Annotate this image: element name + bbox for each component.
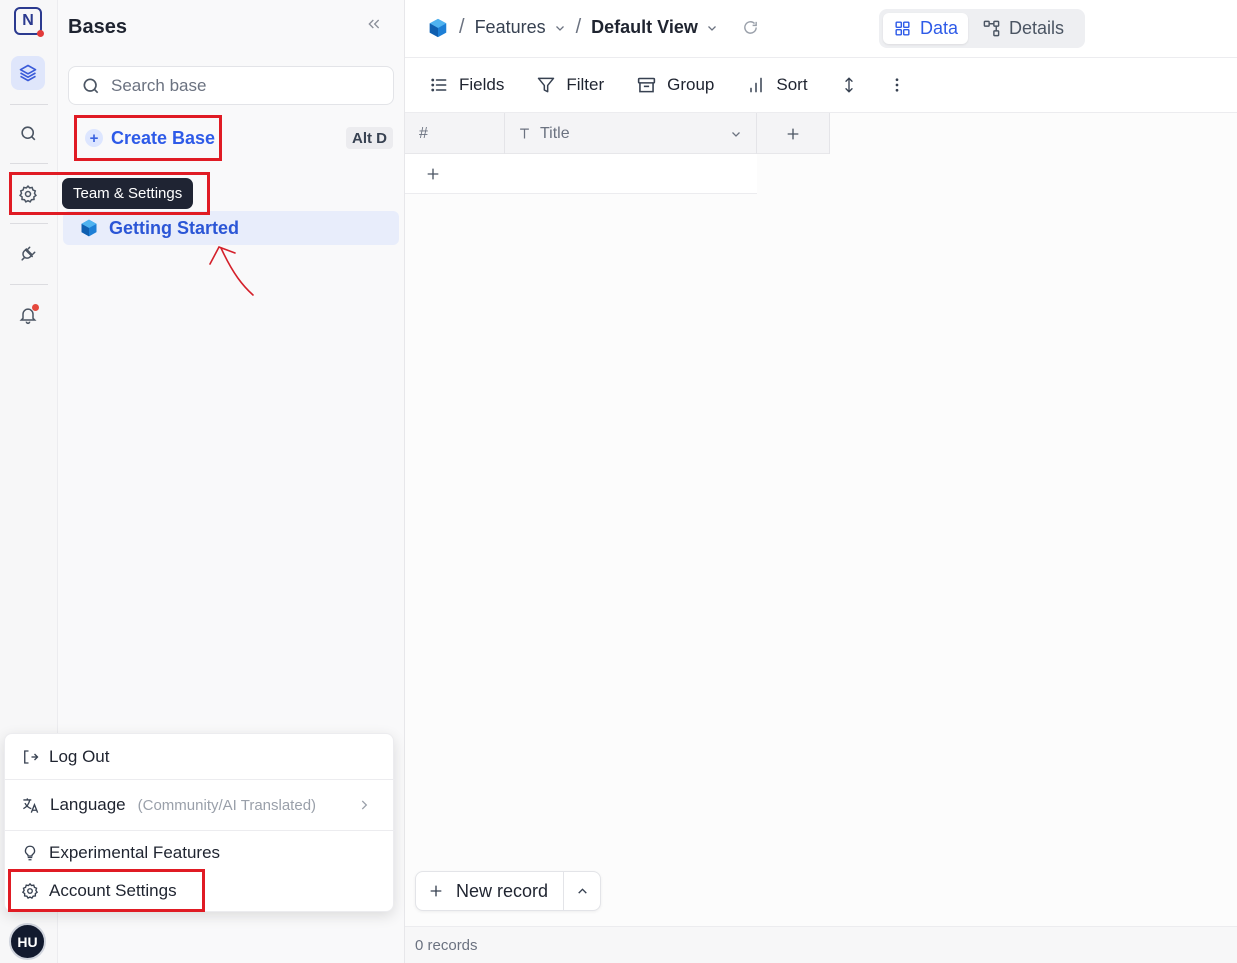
sidebar-title: Bases: [68, 16, 127, 38]
sort-label: Sort: [776, 75, 808, 94]
plug-icon: [21, 246, 36, 261]
add-column-button[interactable]: [757, 113, 830, 154]
breadcrumb-separator: /: [459, 16, 465, 38]
plus-icon: [427, 168, 439, 179]
search-icon: [20, 125, 35, 140]
new-record-button[interactable]: New record: [416, 872, 564, 910]
translate-icon: [23, 797, 39, 813]
rail-bases-button[interactable]: [11, 56, 45, 90]
base-cube-icon: [81, 219, 97, 237]
sort-button[interactable]: Sort: [746, 75, 808, 95]
row-height-icon: [844, 77, 853, 93]
relations-icon: [983, 20, 1000, 37]
tab-data-label: Data: [920, 18, 959, 38]
chevron-down-icon: [732, 131, 740, 137]
menu-item-log-out[interactable]: Log Out: [5, 734, 395, 779]
notification-badge: [32, 304, 39, 311]
group-button[interactable]: Group: [636, 75, 714, 96]
column-title-label: Title: [540, 124, 570, 142]
lightbulb-icon: [24, 845, 36, 861]
breadcrumb-separator: /: [575, 16, 582, 38]
account-settings-highlight-box: [8, 869, 205, 912]
group-icon: [637, 77, 656, 92]
more-vertical-icon: [895, 78, 898, 92]
data-grid: # Title New record: [405, 113, 1237, 926]
rail-search-button[interactable]: [11, 116, 45, 150]
view-mode-toggle: Data Details: [879, 9, 1085, 48]
add-row-button[interactable]: [405, 154, 757, 194]
tab-details-label: Details: [1009, 18, 1065, 38]
list-icon: [431, 78, 447, 92]
create-base-button[interactable]: + Create Base: [74, 115, 222, 161]
reload-button[interactable]: [742, 19, 759, 36]
breadcrumb-table[interactable]: Features: [475, 17, 566, 38]
logout-icon: [24, 749, 39, 764]
reload-icon: [744, 21, 757, 34]
rail-divider: [10, 163, 48, 164]
column-index-label: #: [419, 124, 428, 142]
grid-header: # Title: [405, 113, 830, 154]
plus-icon: [787, 128, 799, 139]
filter-label: Filter: [566, 75, 605, 94]
top-bar: / Features / Default View Data Details: [405, 0, 1237, 58]
column-header-title[interactable]: Title: [505, 113, 757, 154]
text-type-icon: [520, 128, 529, 139]
row-height-button[interactable]: [840, 75, 858, 95]
logo-dot: [37, 30, 44, 37]
rail-divider: [10, 223, 48, 224]
grid-footer: 0 records: [405, 926, 1237, 963]
rail-notifications-button[interactable]: [11, 298, 45, 332]
view-name: Default View: [591, 17, 698, 37]
chevron-down-icon: [555, 25, 564, 31]
table-name: Features: [474, 17, 546, 37]
view-toolbar: Fields Filter Group Sort: [405, 58, 1237, 113]
search-base-field[interactable]: [68, 66, 394, 105]
app-logo[interactable]: N: [14, 7, 44, 37]
rail-divider: [10, 104, 48, 105]
fields-button[interactable]: Fields: [429, 75, 504, 95]
create-base-label: Create Base: [111, 127, 216, 148]
more-options-button[interactable]: [888, 75, 906, 95]
fields-label: Fields: [459, 75, 505, 94]
chevrons-left-icon: [368, 19, 380, 29]
menu-divider: [5, 830, 395, 831]
avatar[interactable]: HU: [9, 923, 46, 960]
sort-icon: [750, 77, 763, 93]
chevron-down-icon: [707, 25, 716, 31]
grid-icon: [895, 21, 910, 36]
language-note: (Community/AI Translated): [137, 796, 317, 814]
filter-icon: [538, 77, 555, 93]
breadcrumb: / Features / Default View: [427, 16, 759, 39]
new-record-options-button[interactable]: [564, 885, 600, 898]
create-base-shortcut: Alt D: [346, 127, 393, 149]
base-item-label: Getting Started: [109, 217, 240, 238]
plus-circle-icon: +: [85, 129, 103, 147]
menu-item-language[interactable]: Language (Community/AI Translated): [5, 780, 395, 830]
breadcrumb-view[interactable]: Default View: [591, 17, 718, 38]
tab-details[interactable]: Details: [972, 13, 1074, 44]
plus-icon: [430, 885, 442, 897]
rail-divider: [10, 284, 48, 285]
layers-icon: [19, 64, 37, 82]
group-label: Group: [667, 75, 715, 94]
records-count: 0 records: [415, 936, 478, 954]
annotation-arrow-icon: [209, 246, 254, 296]
base-cube-icon: [429, 18, 447, 37]
collapse-sidebar-button[interactable]: [366, 16, 382, 37]
chevron-right-icon: [361, 800, 368, 810]
team-settings-tooltip: Team & Settings: [62, 178, 194, 209]
filter-button[interactable]: Filter: [536, 75, 604, 95]
menu-item-label: Experimental Features: [49, 843, 221, 862]
menu-item-label: Language: [50, 795, 126, 814]
new-record-control: New record: [415, 871, 601, 911]
search-icon: [83, 78, 99, 93]
menu-item-experimental-features[interactable]: Experimental Features: [5, 836, 395, 870]
menu-item-label: Log Out: [49, 746, 110, 766]
new-record-label: New record: [456, 880, 549, 901]
tab-data[interactable]: Data: [883, 13, 969, 44]
column-header-index: #: [405, 113, 505, 154]
rail-integrations-button[interactable]: [11, 237, 45, 271]
search-base-input[interactable]: [111, 75, 381, 96]
chevron-up-icon: [577, 887, 587, 894]
